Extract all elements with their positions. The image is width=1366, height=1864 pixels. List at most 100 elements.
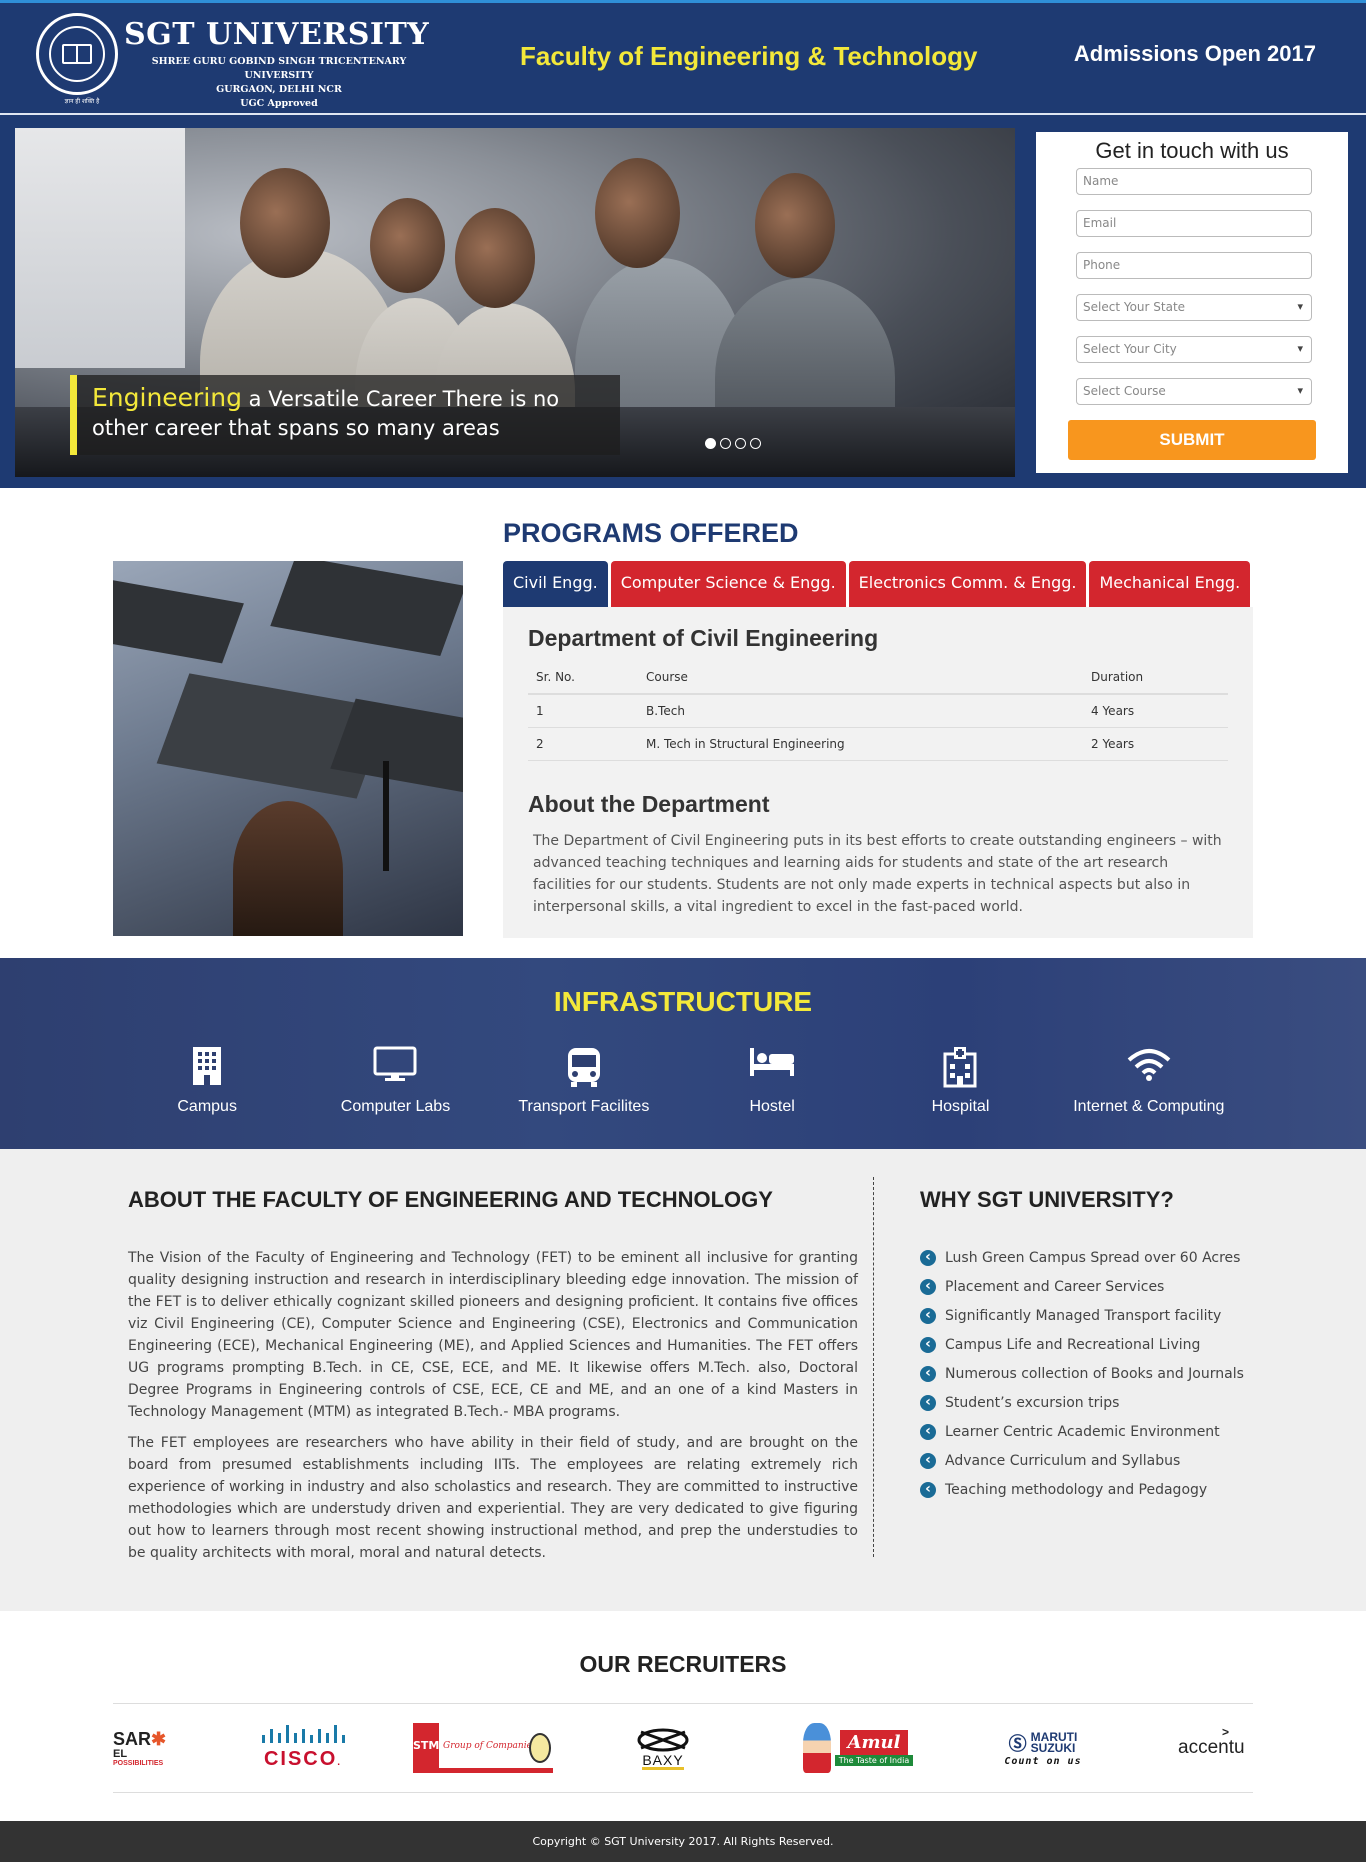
wifi-icon — [1055, 1046, 1243, 1086]
list-item: Campus Life and Recreational Living — [920, 1334, 1260, 1356]
infra-label: Transport Facilites — [518, 1098, 650, 1115]
program-tab-panel: Department of Civil Engineering Sr. No. … — [503, 607, 1253, 938]
slider-dot-4[interactable] — [750, 438, 761, 449]
phone-input[interactable]: Phone — [1076, 252, 1312, 279]
list-item: Learner Centric Academic Environment — [920, 1421, 1260, 1443]
table-cell: M. Tech in Structural Engineering — [638, 727, 1083, 761]
slider-dots — [705, 438, 761, 449]
tab-mechanical[interactable]: Mechanical Engg. — [1089, 561, 1251, 607]
infra-item-internet: Internet & Computing — [1055, 1046, 1243, 1116]
about-paragraph: The Vision of the Faculty of Engineering… — [128, 1250, 858, 1420]
infra-item-hospital: Hospital — [866, 1046, 1054, 1116]
program-tabs: Civil Engg. Computer Science & Engg. Ele… — [503, 561, 1251, 607]
programs-title: PROGRAMS OFFERED — [503, 518, 799, 548]
caption-highlight: Engineering — [92, 383, 242, 412]
state-select-value: Select Your State — [1083, 300, 1186, 314]
table-cell: 2 Years — [1083, 727, 1228, 761]
recruiter-logo-amul[interactable]: Amul The Taste of India — [798, 1718, 918, 1778]
email-input[interactable]: Email — [1076, 210, 1312, 237]
table-cell: 1 — [528, 694, 638, 728]
table-cell: 4 Years — [1083, 694, 1228, 728]
slider-dot-3[interactable] — [735, 438, 746, 449]
infra-label: Internet & Computing — [1073, 1098, 1225, 1115]
infra-label: Hostel — [749, 1098, 795, 1115]
list-item: Significantly Managed Transport facility — [920, 1305, 1260, 1327]
about-department-text: The Department of Civil Engineering puts… — [533, 833, 1222, 915]
infrastructure-section: INFRASTRUCTURE Campus Computer Labs Tran… — [0, 958, 1366, 1149]
why-title: WHY SGT UNIVERSITY? — [920, 1187, 1174, 1212]
building-icon — [113, 1046, 301, 1086]
programs-section: PROGRAMS OFFERED Civil Engg. Computer Sc… — [0, 488, 1366, 958]
recruiters-section: OUR RECRUITERS SAR✱ EL POSSIBILITIES CIS… — [0, 1611, 1366, 1821]
graduation-image — [113, 561, 463, 936]
recruiter-logo-cisco[interactable]: CISCO. — [253, 1718, 353, 1778]
course-select-value: Select Course — [1083, 384, 1166, 398]
copyright-text: Copyright © SGT University 2017. All Rig… — [532, 1835, 834, 1848]
tab-electronics[interactable]: Electronics Comm. & Engg. — [848, 561, 1087, 607]
infra-item-transport: Transport Facilites — [490, 1046, 678, 1116]
table-header-duration: Duration — [1083, 670, 1228, 695]
bus-icon — [490, 1046, 678, 1087]
tab-computer-science[interactable]: Computer Science & Engg. — [610, 561, 846, 607]
monitor-icon — [301, 1046, 489, 1086]
bed-icon — [678, 1046, 866, 1086]
hospital-icon — [866, 1046, 1054, 1088]
recruiter-logo-stm[interactable]: STM Group of Companies — [413, 1718, 553, 1778]
about-section: ABOUT THE FACULTY OF ENGINEERING AND TEC… — [0, 1149, 1366, 1611]
university-subtitle: SHREE GURU GOBIND SINGH TRICENTENARY UNI… — [151, 56, 407, 109]
divider — [873, 1177, 874, 1557]
why-sgt: WHY SGT UNIVERSITY? Lush Green Campus Sp… — [920, 1187, 1260, 1508]
slider-dot-1[interactable] — [705, 438, 716, 449]
slider-dot-2[interactable] — [720, 438, 731, 449]
table-cell: 2 — [528, 727, 638, 761]
site-footer: Copyright © SGT University 2017. All Rig… — [0, 1821, 1366, 1862]
city-select[interactable]: Select Your City — [1076, 336, 1312, 363]
list-item: Advance Curriculum and Syllabus — [920, 1450, 1260, 1472]
about-department-title: About the Department — [528, 791, 770, 817]
infra-item-hostel: Hostel — [678, 1046, 866, 1116]
infrastructure-title: INFRASTRUCTURE — [553, 986, 813, 1017]
recruiter-logo-accenture[interactable]: > accentu — [1178, 1718, 1253, 1778]
infra-item-computer-labs: Computer Labs — [301, 1046, 489, 1116]
department-title: Department of Civil Engineering — [528, 625, 879, 651]
city-select-value: Select Your City — [1083, 342, 1177, 356]
table-header-sr: Sr. No. — [528, 670, 638, 695]
hero-section: Engineering a Versatile Career There is … — [0, 115, 1366, 488]
table-row: 2 M. Tech in Structural Engineering 2 Ye… — [528, 727, 1228, 761]
university-logo[interactable]: ज्ञान ही शक्ति है SGT UNIVERSITY SHREE G… — [36, 13, 436, 109]
list-item: Numerous collection of Books and Journal… — [920, 1363, 1260, 1385]
seal-tagline: ज्ञान ही शक्ति है — [64, 98, 100, 105]
contact-form: Get in touch with us Name Email Phone Se… — [1032, 128, 1352, 477]
recruiter-logo-essar[interactable]: SAR✱ EL POSSIBILITIES — [113, 1718, 173, 1778]
about-paragraph: The FET employees are researchers who ha… — [128, 1435, 858, 1561]
contact-form-title: Get in touch with us — [1095, 138, 1289, 163]
table-header-course: Course — [638, 670, 1083, 695]
about-title: ABOUT THE FACULTY OF ENGINEERING AND TEC… — [128, 1187, 773, 1212]
state-select[interactable]: Select Your State — [1076, 294, 1312, 321]
table-cell: B.Tech — [638, 694, 1083, 728]
list-item: Student’s excursion trips — [920, 1392, 1260, 1414]
infra-label: Computer Labs — [340, 1098, 451, 1115]
infra-label: Campus — [177, 1098, 237, 1115]
recruiters-title: OUR RECRUITERS — [579, 1651, 787, 1677]
infra-item-campus: Campus — [113, 1046, 301, 1116]
list-item: Teaching methodology and Pedagogy — [920, 1479, 1260, 1501]
tab-civil[interactable]: Civil Engg. — [503, 561, 608, 607]
recruiter-logo-carousel[interactable]: SAR✱ EL POSSIBILITIES CISCO. STM Group o… — [113, 1703, 1253, 1793]
infra-label: Hospital — [931, 1098, 990, 1115]
admissions-banner: Admissions Open 2017 — [1073, 41, 1316, 66]
hero-caption: Engineering a Versatile Career There is … — [70, 375, 620, 455]
submit-button[interactable]: SUBMIT — [1068, 420, 1316, 460]
list-item: Placement and Career Services — [920, 1276, 1260, 1298]
university-name: SGT UNIVERSITY — [124, 17, 430, 52]
course-table: Sr. No. Course Duration 1 B.Tech 4 Years… — [528, 670, 1228, 761]
recruiter-logo-baxy[interactable]: BAXY — [633, 1718, 693, 1778]
site-header: ज्ञान ही शक्ति है SGT UNIVERSITY SHREE G… — [0, 0, 1366, 115]
university-seal-icon — [36, 13, 118, 95]
name-input[interactable]: Name — [1076, 168, 1312, 195]
list-item: Lush Green Campus Spread over 60 Acres — [920, 1247, 1260, 1269]
course-select[interactable]: Select Course — [1076, 378, 1312, 405]
table-row: 1 B.Tech 4 Years — [528, 694, 1228, 728]
recruiter-logo-maruti-suzuki[interactable]: Ⓢ MARUTI SUZUKI Count on us — [983, 1718, 1103, 1778]
hero-slider[interactable]: Engineering a Versatile Career There is … — [15, 128, 1015, 477]
